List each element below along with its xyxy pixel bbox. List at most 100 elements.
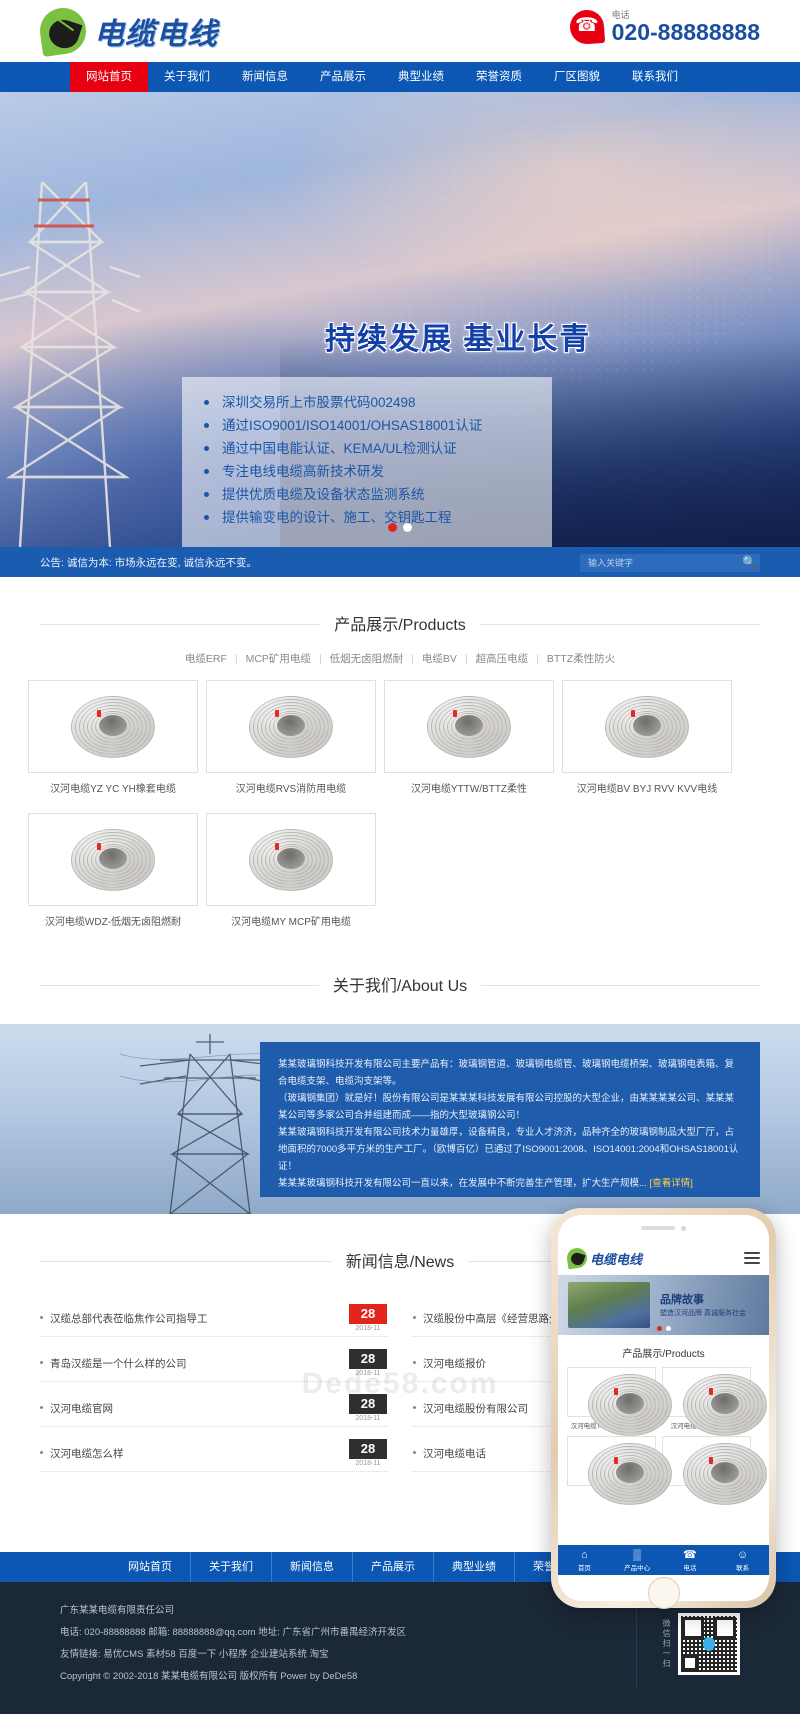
cable-coil-image <box>605 695 689 758</box>
announcement-bar: 公告: 诚信为本: 市场永远在变, 诚信永远不变。 🔍 <box>0 547 800 577</box>
news-title[interactable]: 汉河电缆电话 <box>413 1439 486 1461</box>
product-thumbnail[interactable] <box>206 680 376 773</box>
phone-product-card[interactable]: 汉河电缆YZ YC YH橡套电缆 <box>567 1367 672 1436</box>
nav-item-3[interactable]: 产品展示 <box>304 62 382 92</box>
product-card[interactable]: 汉河电缆BV BYJ RVV KVV电线 <box>562 680 732 805</box>
phone-product-thumbnail[interactable] <box>567 1436 672 1505</box>
product-category-5[interactable]: BTTZ柔性防火 <box>539 653 623 665</box>
product-card[interactable]: 汉河电缆YZ YC YH橡套电缆 <box>28 680 198 805</box>
phone-banner-image <box>568 1282 650 1328</box>
footer-nav-item-0[interactable]: 网站首页 <box>110 1552 191 1582</box>
product-name: 汉河电缆WDZ-低烟无卤阻燃耐 <box>44 917 182 928</box>
footer-nav-item-1[interactable]: 关于我们 <box>191 1552 272 1582</box>
banner-bullet-0: 深圳交易所上市股票代码002498 <box>182 391 552 414</box>
phone-home-button[interactable] <box>647 1577 680 1609</box>
product-thumbnail[interactable] <box>384 680 554 773</box>
phone-logo[interactable]: 电缆电线 <box>565 1246 642 1270</box>
footer-company: 广东某某电缆有限责任公司 <box>60 1605 175 1616</box>
product-name: 汉河电缆RVS消防用电缆 <box>235 784 347 795</box>
phone-banner-title: 品牌故事 <box>660 1294 704 1306</box>
nav-item-1[interactable]: 关于我们 <box>148 62 226 92</box>
nav-item-2[interactable]: 新闻信息 <box>226 62 304 92</box>
footer-nav-item-2[interactable]: 新闻信息 <box>272 1552 353 1582</box>
nav-item-7[interactable]: 联系我们 <box>616 62 694 92</box>
footer-friend-link-1[interactable]: 素材58 <box>143 1649 176 1660</box>
news-day: 28 <box>349 1304 387 1324</box>
phone-carousel-dots[interactable] <box>656 1326 671 1331</box>
phone-product-thumbnail[interactable] <box>662 1436 767 1505</box>
product-category-1[interactable]: MCP矿用电缆 <box>238 653 319 665</box>
cable-coil-image <box>682 1374 767 1436</box>
news-title[interactable]: 汉河电缆报价 <box>413 1349 486 1371</box>
phone-speaker <box>641 1226 675 1230</box>
product-category-tabs[interactable]: 电缆ERF | MCP矿用电缆 | 低烟无卤阻燃耐 | 电缆BV | 超高压电缆 | BTTZ柔性防… <box>0 651 800 680</box>
products-title-text: 产品展示/Products <box>320 617 480 634</box>
product-category-2[interactable]: 低烟无卤阻燃耐 <box>322 653 412 665</box>
news-title[interactable]: 汉河电缆怎么样 <box>40 1439 124 1461</box>
news-item[interactable]: 汉河电缆怎么样 28 2018-11 <box>40 1427 387 1472</box>
phone-banner[interactable]: 品牌故事 塑造汉河品牌 真诚服务社会 <box>558 1275 769 1335</box>
phone-product-card[interactable] <box>567 1436 672 1505</box>
product-card[interactable]: 汉河电缆WDZ-低烟无卤阻燃耐 <box>28 813 198 938</box>
footer-nav-item-4[interactable]: 典型业绩 <box>434 1552 515 1582</box>
qr-label: 微信扫一扫 <box>662 1619 671 1669</box>
footer-friend-link-0[interactable]: 易优CMS <box>103 1649 143 1660</box>
product-thumbnail[interactable] <box>28 680 198 773</box>
product-category-0[interactable]: 电缆ERF <box>177 653 235 665</box>
news-month: 2018-11 <box>355 1325 381 1332</box>
product-grid: 汉河电缆YZ YC YH橡套电缆 汉河电缆RVS消防用电缆 汉河电缆YTTW/BTT… <box>0 680 800 938</box>
phone-tab-3[interactable]: ☺ 联系 <box>716 1545 769 1575</box>
phone-banner-sub: 塑造汉河品牌 真诚服务社会 <box>660 1310 746 1317</box>
phone-product-thumbnail[interactable] <box>567 1367 672 1436</box>
product-category-3[interactable]: 电缆BV <box>414 653 465 665</box>
phone-product-thumbnail[interactable] <box>662 1367 767 1436</box>
search-box[interactable]: 🔍 <box>580 553 760 572</box>
news-day: 28 <box>349 1439 387 1459</box>
product-thumbnail[interactable] <box>562 680 732 773</box>
product-card[interactable]: 汉河电缆MY MCP矿用电缆 <box>206 813 376 938</box>
product-category-4[interactable]: 超高压电缆 <box>468 653 537 665</box>
phone-product-card[interactable] <box>662 1436 767 1505</box>
main-nav: 网站首页 关于我们 新闻信息 产品展示 典型业绩 荣誉资质 厂区图貌 联系我们 <box>0 62 800 92</box>
carousel-dot-1[interactable] <box>388 523 397 532</box>
cable-coil-image <box>249 695 333 758</box>
product-card[interactable]: 汉河电缆RVS消防用电缆 <box>206 680 376 805</box>
nav-item-0[interactable]: 网站首页 <box>70 62 148 92</box>
header-phone: 电话 020-88888888 <box>568 8 760 46</box>
product-thumbnail[interactable] <box>206 813 376 906</box>
carousel-dot-2[interactable] <box>403 523 412 532</box>
phone-product-card[interactable]: 汉河电缆RVS消防用电缆 <box>662 1367 767 1436</box>
phone-tab-0[interactable]: ⌂ 首页 <box>558 1545 611 1575</box>
news-title[interactable]: 青岛汉缆是一个什么样的公司 <box>40 1349 187 1371</box>
about-more-link[interactable]: [查看详情] <box>647 1178 693 1189</box>
footer-friend-link-4[interactable]: 企业建站系统 <box>247 1649 307 1660</box>
footer-nav-item-3[interactable]: 产品展示 <box>353 1552 434 1582</box>
news-item[interactable]: 汉缆总部代表莅临焦作公司指导工 28 2018-11 <box>40 1292 387 1337</box>
footer-links: 友情链接: 易优CMS 素材58 百度一下 小程序 企业建站系统 淘宝 <box>60 1644 406 1666</box>
hamburger-menu-icon[interactable] <box>744 1249 760 1267</box>
search-input[interactable] <box>580 554 760 572</box>
phone-tabbar[interactable]: ⌂ 首页 ▒ 产品中心 ☎ 电话 ☺ 联系 <box>558 1545 769 1575</box>
site-logo[interactable]: 电缆电线 <box>37 5 218 57</box>
product-card[interactable]: 汉河电缆YTTW/BTTZ柔性 <box>384 680 554 805</box>
banner-bullet-2: 通过中国电能认证、KEMA/UL检测认证 <box>182 437 552 460</box>
about-paragraph-1: （玻璃钢集团）就是好！股份有限公司是某某某科技发展有限公司控股的大型企业，由某某… <box>278 1093 735 1121</box>
nav-item-5[interactable]: 荣誉资质 <box>460 62 538 92</box>
phone-tab-2[interactable]: ☎ 电话 <box>664 1545 717 1575</box>
nav-item-6[interactable]: 厂区图貌 <box>538 62 616 92</box>
news-title[interactable]: 汉河电缆官网 <box>40 1394 113 1416</box>
news-title[interactable]: 汉缆总部代表莅临焦作公司指导工 <box>40 1304 208 1326</box>
news-column-left: 汉缆总部代表莅临焦作公司指导工 28 2018-11 青岛汉缆是一个什么样的公司 28 2… <box>40 1292 387 1472</box>
carousel-dots[interactable] <box>388 523 412 532</box>
product-thumbnail[interactable] <box>28 813 198 906</box>
news-title[interactable]: 汉河电缆股份有限公司 <box>413 1394 528 1416</box>
footer-friend-link-2[interactable]: 百度一下 <box>176 1649 216 1660</box>
news-item[interactable]: 汉河电缆官网 28 2018-11 <box>40 1382 387 1427</box>
news-item[interactable]: 青岛汉缆是一个什么样的公司 28 2018-11 <box>40 1337 387 1382</box>
phone-tab-1[interactable]: ▒ 产品中心 <box>611 1545 664 1575</box>
search-icon[interactable]: 🔍 <box>742 555 757 569</box>
nav-item-4[interactable]: 典型业绩 <box>382 62 460 92</box>
footer-friend-link-5[interactable]: 淘宝 <box>307 1649 329 1660</box>
cable-coil-image <box>71 695 155 758</box>
footer-friend-link-3[interactable]: 小程序 <box>216 1649 248 1660</box>
